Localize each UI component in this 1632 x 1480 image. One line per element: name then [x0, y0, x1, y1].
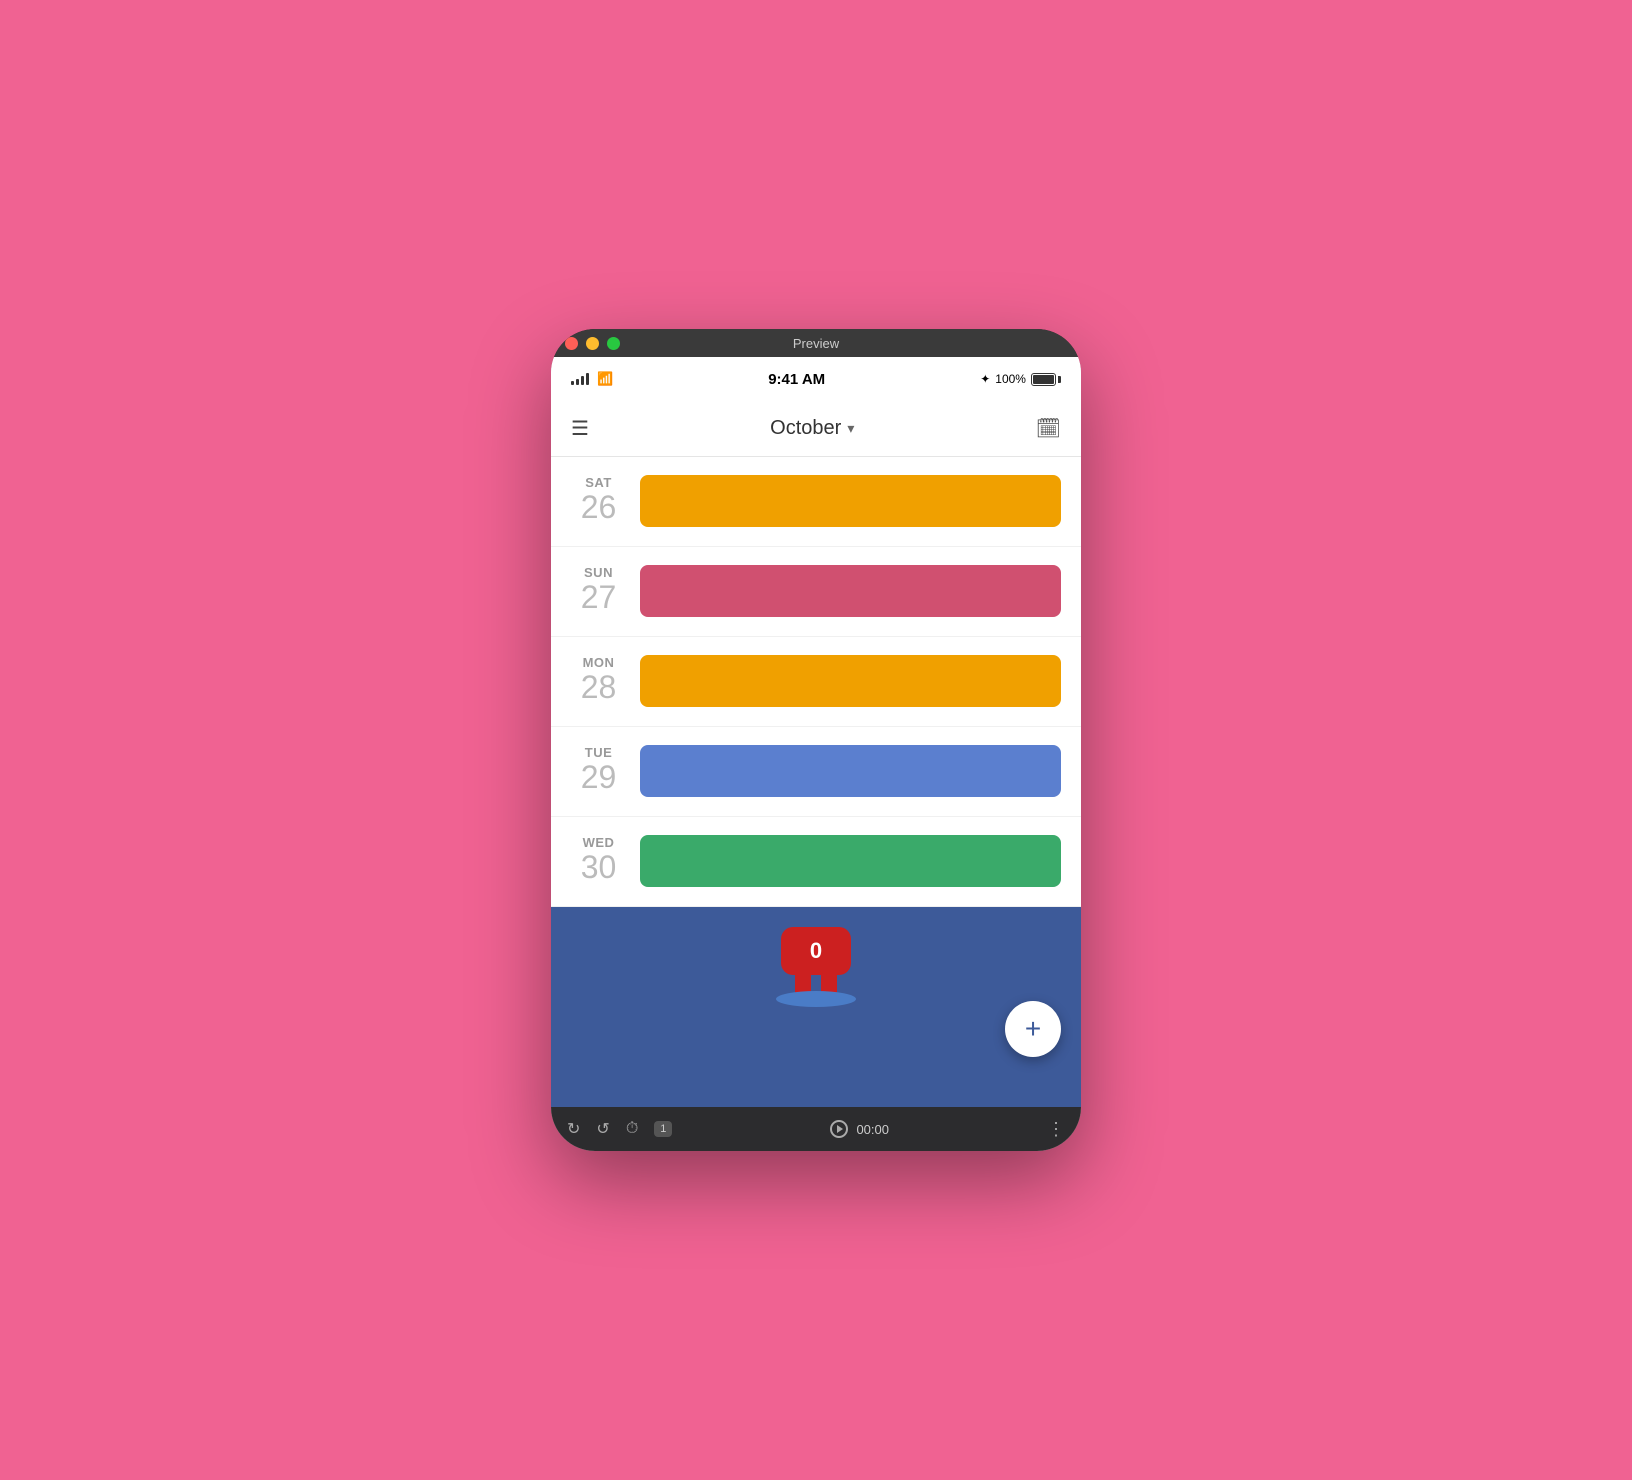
day-number: 26 — [581, 490, 617, 525]
phone-screen: 📶 9:41 AM ✦ 100% ☰ October ▾ 🗓 — [551, 357, 1081, 1151]
event-area — [640, 475, 1061, 527]
calendar-list: SAT26 SUN27 MON28 TUE29 WED30 — [551, 457, 1081, 907]
status-right: ✦ 100% — [980, 372, 1061, 386]
minimize-button[interactable] — [586, 337, 599, 350]
event-bar[interactable] — [640, 475, 1061, 527]
toolbar-left: ↻ ↺ ⏱ 1 — [567, 1119, 672, 1139]
month-selector[interactable]: October ▾ — [770, 417, 854, 440]
menu-button[interactable]: ☰ — [571, 416, 589, 441]
status-left: 📶 — [571, 371, 613, 387]
day-label: WED30 — [571, 835, 626, 885]
day-label: TUE29 — [571, 745, 626, 795]
mascot-head: 0 — [781, 927, 851, 975]
day-number: 27 — [581, 580, 617, 615]
bluetooth-icon: ✦ — [980, 372, 990, 386]
app-header: ☰ October ▾ 🗓 — [551, 401, 1081, 457]
mascot-base — [776, 991, 856, 1007]
event-bar[interactable] — [640, 835, 1061, 887]
day-name: MON — [583, 655, 615, 670]
mac-titlebar: Preview — [551, 329, 1081, 357]
day-number: 29 — [581, 760, 617, 795]
add-event-button[interactable]: + — [1005, 1001, 1061, 1057]
event-area — [640, 565, 1061, 617]
plus-icon: + — [1025, 1013, 1041, 1045]
calendar-button[interactable]: 🗓 — [1036, 416, 1061, 441]
window-title: Preview — [793, 336, 839, 351]
bottom-section: 0 + — [551, 907, 1081, 1107]
timer-display: 00:00 — [856, 1122, 889, 1137]
day-label: SUN27 — [571, 565, 626, 615]
badge-counter[interactable]: 1 — [654, 1121, 672, 1137]
day-label: MON28 — [571, 655, 626, 705]
day-label: SAT26 — [571, 475, 626, 525]
event-area — [640, 835, 1061, 887]
event-bar[interactable] — [640, 565, 1061, 617]
device-frame: Preview 📶 9:41 AM ✦ 100% — [551, 329, 1081, 1151]
mascot-container: 0 — [771, 927, 861, 1007]
day-name: TUE — [585, 745, 613, 760]
chevron-down-icon: ▾ — [847, 420, 854, 437]
refresh-icon[interactable]: ↻ — [567, 1119, 580, 1139]
status-bar: 📶 9:41 AM ✦ 100% — [551, 357, 1081, 401]
event-area — [640, 655, 1061, 707]
maximize-button[interactable] — [607, 337, 620, 350]
day-row[interactable]: SAT26 — [551, 457, 1081, 547]
day-name: SAT — [585, 475, 612, 490]
day-row[interactable]: WED30 — [551, 817, 1081, 907]
month-label: October — [770, 417, 841, 440]
day-name: WED — [583, 835, 615, 850]
play-button[interactable] — [830, 1120, 848, 1138]
bottom-toolbar: ↻ ↺ ⏱ 1 00:00 ⋮ — [551, 1107, 1081, 1151]
wifi-icon: 📶 — [597, 371, 613, 387]
toolbar-center: 00:00 — [830, 1120, 889, 1138]
event-bar[interactable] — [640, 745, 1061, 797]
play-icon — [837, 1125, 843, 1133]
close-button[interactable] — [565, 337, 578, 350]
battery-icon — [1031, 373, 1061, 386]
day-row[interactable]: TUE29 — [551, 727, 1081, 817]
mascot: 0 — [771, 927, 861, 1007]
signal-icon — [571, 373, 589, 385]
clock-icon[interactable]: ⏱ — [626, 1120, 638, 1138]
day-row[interactable]: MON28 — [551, 637, 1081, 727]
mascot-badge: 0 — [810, 938, 822, 964]
day-name: SUN — [584, 565, 613, 580]
day-number: 28 — [581, 670, 617, 705]
day-row[interactable]: SUN27 — [551, 547, 1081, 637]
event-area — [640, 745, 1061, 797]
battery-percent: 100% — [995, 372, 1026, 386]
day-number: 30 — [581, 850, 617, 885]
refresh-alt-icon[interactable]: ↺ — [596, 1119, 609, 1139]
more-options-button[interactable]: ⋮ — [1047, 1119, 1065, 1140]
event-bar[interactable] — [640, 655, 1061, 707]
status-time: 9:41 AM — [768, 371, 825, 388]
